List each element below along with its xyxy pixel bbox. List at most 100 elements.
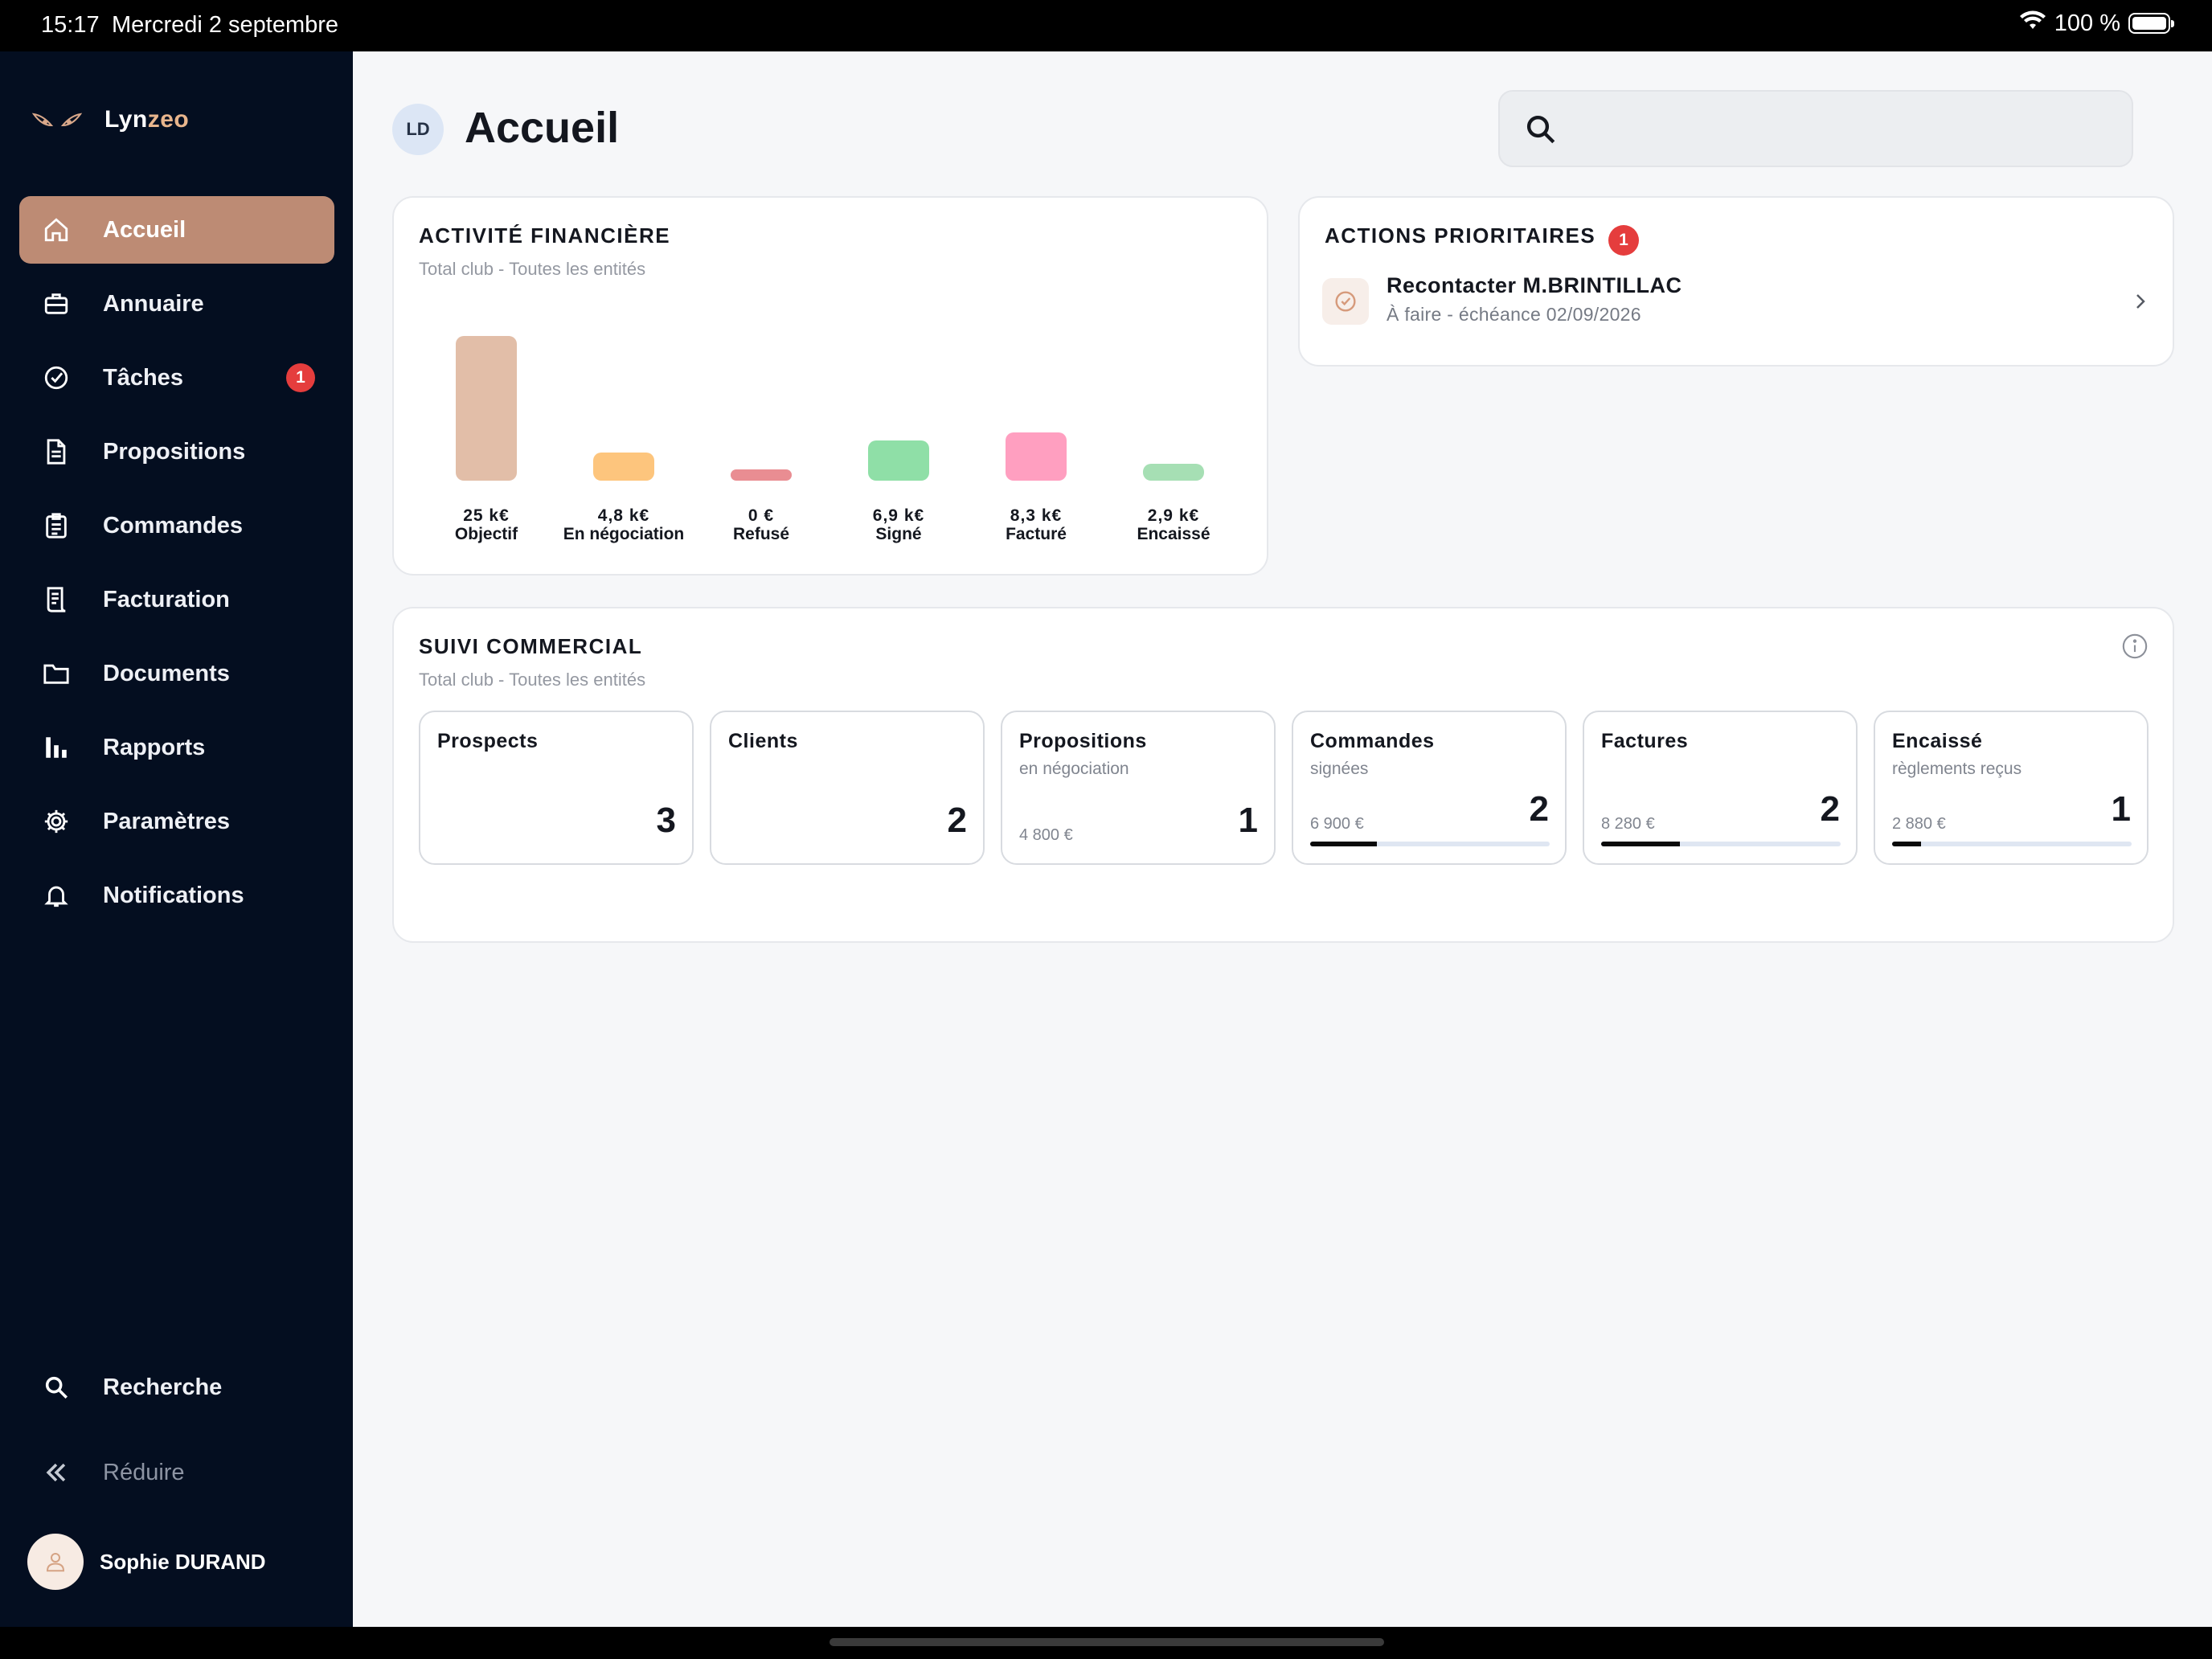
receipt-icon bbox=[40, 584, 72, 616]
chart-bar-4 bbox=[1006, 432, 1067, 481]
kpi-tile-title: Prospects bbox=[437, 730, 539, 752]
sidebar-item-label: Commandes bbox=[103, 512, 244, 539]
kpi-tile-amount: 2 880 € bbox=[1892, 815, 1946, 833]
priority-action-title: Recontacter M.BRINTILLAC bbox=[1387, 273, 1682, 297]
user-icon bbox=[46, 1553, 65, 1572]
sidebar-item-label: Rapports bbox=[103, 734, 206, 760]
sidebar-item-annuaire[interactable]: Annuaire bbox=[19, 270, 334, 338]
info-icon[interactable] bbox=[2121, 633, 2149, 664]
kpi-progress-bar bbox=[1892, 842, 2132, 846]
sidebar-item-label: Documents bbox=[103, 660, 230, 686]
chart-bar-label: Signé bbox=[875, 525, 922, 543]
kpi-tile-count: 2 bbox=[1820, 789, 1840, 829]
priority-actions-count-badge: 1 bbox=[1608, 225, 1639, 256]
sidebar-item-notifications[interactable]: Notifications bbox=[19, 862, 334, 929]
kpi-progress-bar bbox=[1601, 842, 1841, 846]
search-input[interactable] bbox=[1498, 90, 2133, 167]
sidebar-item-label: Propositions bbox=[103, 438, 246, 465]
sidebar-item-propositions[interactable]: Propositions bbox=[19, 418, 334, 485]
home-indicator bbox=[830, 1638, 1384, 1646]
chart-bar-5 bbox=[1143, 464, 1204, 481]
sidebar-search-button[interactable]: Recherche bbox=[19, 1354, 334, 1421]
check-circle-icon bbox=[40, 362, 72, 394]
sidebar-item-label: Accueil bbox=[103, 216, 186, 243]
sidebar-item-commandes[interactable]: Commandes bbox=[19, 492, 334, 559]
owl-eyes-icon bbox=[32, 113, 82, 127]
kpi-tile-amount: 4 800 € bbox=[1019, 826, 1073, 844]
wifi-icon bbox=[2019, 10, 2046, 37]
task-check-icon bbox=[1322, 278, 1369, 325]
collapse-label: Réduire bbox=[103, 1459, 185, 1485]
chart-bar-label: En négociation bbox=[563, 525, 685, 543]
brand-name-part1: Lyn bbox=[104, 106, 148, 133]
chart-bar-label: Facturé bbox=[1006, 525, 1067, 543]
chart-bar-value: 6,9 k€ bbox=[872, 506, 925, 525]
financial-bar-chart: 25 k€ Objectif 4,8 k€ En négociation 0 € Refu… bbox=[394, 198, 1268, 576]
sidebar-item-taches[interactable]: Tâches 1 bbox=[19, 344, 334, 412]
kpi-tile-encaisse[interactable]: Encaissé règlements reçus 2 880 € 1 bbox=[1874, 711, 2149, 865]
commercial-tracking-subtitle: Total club - Toutes les entités bbox=[419, 670, 646, 690]
status-date: Mercredi 2 septembre bbox=[112, 12, 339, 38]
bar-chart-icon bbox=[40, 731, 72, 764]
priority-actions-title: ACTIONS PRIORITAIRES bbox=[1325, 223, 1596, 248]
status-bar: 15:17 Mercredi 2 septembre 100 % bbox=[0, 0, 2212, 51]
chart-bar-label: Objectif bbox=[454, 525, 518, 543]
priority-action-item[interactable]: Recontacter M.BRINTILLAC À faire - échéa… bbox=[1322, 270, 2150, 334]
clipboard-icon bbox=[40, 510, 72, 542]
chart-bar-value: 2,9 k€ bbox=[1147, 506, 1200, 525]
priority-action-subtitle: À faire - échéance 02/09/2026 bbox=[1387, 304, 1641, 325]
brand-logo: Lynzeo bbox=[32, 106, 189, 133]
avatar bbox=[27, 1534, 84, 1590]
sidebar-item-rapports[interactable]: Rapports bbox=[19, 714, 334, 781]
kpi-tile-title: Factures bbox=[1601, 730, 1689, 752]
collapse-sidebar-button[interactable]: Réduire bbox=[19, 1439, 334, 1506]
bell-icon bbox=[40, 879, 72, 911]
kpi-tile-count: 1 bbox=[2111, 789, 2131, 829]
brand-name: Lynzeo bbox=[104, 106, 189, 133]
chart-bar-label: Refusé bbox=[732, 525, 790, 543]
kpi-tile-prospects[interactable]: Prospects 3 bbox=[419, 711, 694, 865]
commercial-tracking-card: SUIVI COMMERCIAL Total club - Toutes les… bbox=[392, 607, 2174, 943]
chart-bar-3 bbox=[868, 440, 929, 481]
sidebar-item-label: Annuaire bbox=[103, 290, 204, 317]
user-name: Sophie DURAND bbox=[100, 1549, 266, 1574]
user-profile[interactable]: Sophie DURAND bbox=[27, 1534, 266, 1590]
kpi-tile-title: Commandes bbox=[1310, 730, 1435, 752]
status-time: 15:17 bbox=[41, 12, 100, 38]
kpi-progress-bar bbox=[1310, 842, 1550, 846]
sidebar-search-label: Recherche bbox=[103, 1374, 223, 1400]
folder-icon bbox=[40, 657, 72, 690]
sidebar: Lynzeo Accueil Annuaire Tâches 1 Proposi… bbox=[0, 51, 353, 1627]
brand-name-part2: zeo bbox=[147, 106, 190, 133]
user-initials-avatar[interactable]: LD bbox=[392, 104, 444, 155]
sidebar-item-documents[interactable]: Documents bbox=[19, 640, 334, 707]
search-icon bbox=[1524, 113, 1558, 150]
chart-bar-value: 4,8 k€ bbox=[597, 506, 650, 525]
sidebar-item-accueil[interactable]: Accueil bbox=[19, 196, 334, 264]
kpi-tile-amount: 6 900 € bbox=[1310, 815, 1364, 833]
home-icon bbox=[40, 214, 72, 246]
chart-bar-value: 25 k€ bbox=[463, 506, 510, 525]
commercial-tracking-title: SUIVI COMMERCIAL bbox=[419, 634, 643, 658]
kpi-tile-subtitle: règlements reçus bbox=[1892, 760, 2022, 778]
sidebar-item-parametres[interactable]: Paramètres bbox=[19, 788, 334, 855]
search-icon bbox=[40, 1371, 72, 1403]
battery-percent: 100 % bbox=[2054, 10, 2120, 36]
chart-bar-2 bbox=[731, 469, 792, 481]
chart-bar-value: 8,3 k€ bbox=[1010, 506, 1063, 525]
kpi-tile-count: 3 bbox=[656, 801, 676, 840]
sidebar-item-facturation[interactable]: Facturation bbox=[19, 566, 334, 633]
kpi-tile-title: Propositions bbox=[1019, 730, 1147, 752]
kpi-tile-subtitle: en négociation bbox=[1019, 760, 1129, 778]
kpi-tile-count: 2 bbox=[1529, 789, 1549, 829]
tasks-count-badge: 1 bbox=[286, 363, 315, 392]
chart-bar-0 bbox=[456, 336, 517, 481]
chart-bar-label: Encaissé bbox=[1137, 525, 1210, 543]
kpi-tile-clients[interactable]: Clients 2 bbox=[710, 711, 985, 865]
sidebar-item-label: Notifications bbox=[103, 882, 244, 908]
priority-actions-card: ACTIONS PRIORITAIRES 1 Recontacter M.BRI… bbox=[1298, 196, 2174, 367]
kpi-tile-propositions[interactable]: Propositions en négociation 4 800 € 1 bbox=[1001, 711, 1276, 865]
kpi-tile-commandes[interactable]: Commandes signées 6 900 € 2 bbox=[1292, 711, 1567, 865]
financial-activity-card: ACTIVITÉ FINANCIÈRE Total club - Toutes … bbox=[392, 196, 1268, 576]
kpi-tile-factures[interactable]: Factures 8 280 € 2 bbox=[1583, 711, 1858, 865]
